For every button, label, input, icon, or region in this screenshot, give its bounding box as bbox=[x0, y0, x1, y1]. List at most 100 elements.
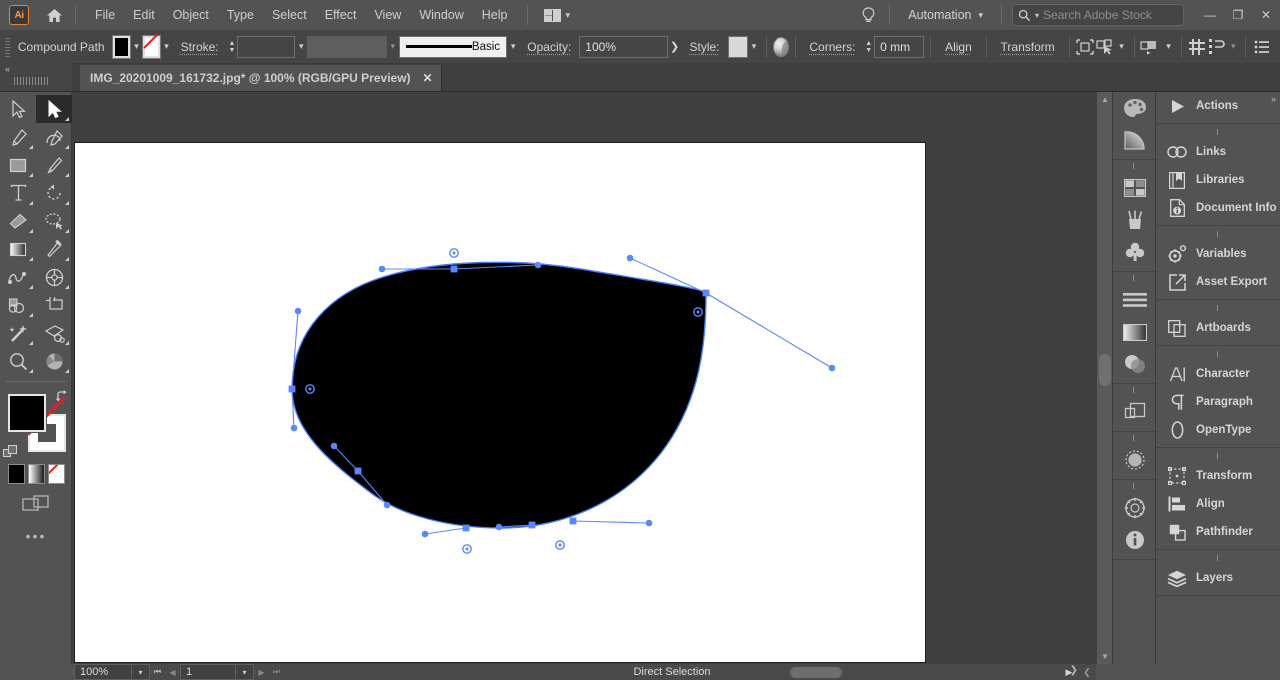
anchor-bottom-1[interactable] bbox=[462, 524, 470, 532]
home-icon[interactable] bbox=[43, 4, 65, 26]
anchor-left[interactable] bbox=[288, 385, 296, 393]
stroke-weight-field[interactable] bbox=[237, 35, 296, 58]
compound-path-shape[interactable] bbox=[292, 262, 706, 528]
canvas-vertical-scrollbar[interactable]: ▲ ▼ bbox=[1096, 92, 1112, 664]
menu-select[interactable]: Select bbox=[263, 3, 316, 27]
edit-toolbar-ellipsis-icon[interactable]: ••• bbox=[0, 514, 72, 544]
next-artboard-icon[interactable]: ▶ bbox=[254, 664, 269, 680]
anchor-top-left[interactable] bbox=[450, 265, 458, 273]
menu-help[interactable]: Help bbox=[473, 3, 517, 27]
artwork-svg[interactable] bbox=[75, 143, 927, 664]
handle-6[interactable] bbox=[290, 424, 298, 432]
handle-2[interactable] bbox=[534, 261, 542, 269]
tool-gradient[interactable] bbox=[0, 235, 36, 263]
tool-rectangle[interactable] bbox=[0, 151, 36, 179]
tool-graph[interactable] bbox=[36, 347, 72, 375]
artboard-chevron-down-icon[interactable]: ▾ bbox=[236, 664, 254, 680]
corners-field[interactable]: 0 mm bbox=[874, 35, 925, 58]
panel-variables[interactable]: Variables bbox=[1156, 240, 1280, 268]
scroll-down-arrow-icon[interactable]: ▼ bbox=[1097, 649, 1113, 664]
tool-symbol-sprayer[interactable] bbox=[36, 263, 72, 291]
menu-view[interactable]: View bbox=[365, 3, 410, 27]
default-fill-stroke-icon[interactable] bbox=[3, 445, 18, 458]
stroke-chevron-down-icon[interactable]: ▾ bbox=[160, 36, 172, 58]
restore-button[interactable]: ❐ bbox=[1224, 4, 1252, 26]
vertical-scroll-thumb[interactable] bbox=[1099, 354, 1111, 386]
close-button[interactable]: ✕ bbox=[1252, 4, 1280, 26]
dock-brushes[interactable] bbox=[1113, 204, 1157, 236]
panel-align[interactable]: Align bbox=[1156, 490, 1280, 518]
scroll-right-arrow-icon[interactable]: ❯ bbox=[1070, 665, 1078, 676]
menu-effect[interactable]: Effect bbox=[316, 3, 366, 27]
menu-edit[interactable]: Edit bbox=[124, 3, 164, 27]
dock-symbols[interactable] bbox=[1113, 236, 1157, 268]
align-button[interactable]: Align bbox=[937, 40, 980, 54]
menu-object[interactable]: Object bbox=[164, 3, 218, 27]
dock-transparency[interactable] bbox=[1113, 348, 1157, 380]
anchor-bottom-3[interactable] bbox=[569, 517, 577, 525]
style-label[interactable]: Style: bbox=[682, 40, 728, 54]
menu-window[interactable]: Window bbox=[410, 3, 472, 27]
dock-color[interactable] bbox=[1113, 92, 1157, 124]
more-options-icon[interactable] bbox=[1252, 35, 1272, 59]
recolor-artwork-icon[interactable] bbox=[772, 36, 789, 57]
tool-direct-selection[interactable] bbox=[36, 95, 72, 123]
handle-1[interactable] bbox=[378, 265, 386, 273]
dock-appearance[interactable] bbox=[1113, 396, 1157, 428]
tool-selection[interactable] bbox=[0, 95, 36, 123]
panel-links[interactable]: Links bbox=[1156, 138, 1280, 166]
panel-pathfinder[interactable]: Pathfinder bbox=[1156, 518, 1280, 546]
menu-file[interactable]: File bbox=[86, 3, 124, 27]
tool-type[interactable] bbox=[0, 179, 36, 207]
stroke-profile-chevron-down-icon[interactable]: ▾ bbox=[507, 36, 519, 58]
last-artboard-icon[interactable]: ⏭ bbox=[269, 664, 284, 680]
handle-4[interactable] bbox=[828, 364, 836, 372]
dock-grip-graphic-styles[interactable] bbox=[1119, 432, 1149, 444]
draw-mode-chevron-down-icon[interactable]: ▾ bbox=[1162, 36, 1174, 58]
handle-11[interactable] bbox=[495, 523, 503, 531]
artboard[interactable] bbox=[74, 142, 926, 663]
tool-eyedropper[interactable] bbox=[36, 235, 72, 263]
color-mode-none[interactable] bbox=[48, 464, 65, 484]
scroll-up-arrow-icon[interactable]: ▲ bbox=[1097, 92, 1113, 107]
dock-grip-swatches[interactable] bbox=[1119, 160, 1149, 172]
tool-free-transform[interactable] bbox=[36, 319, 72, 347]
tool-shape-builder[interactable] bbox=[0, 291, 36, 319]
close-tab-icon[interactable]: ✕ bbox=[423, 71, 433, 85]
panel-actions[interactable]: Actions bbox=[1156, 92, 1280, 120]
fill-chevron-down-icon[interactable]: ▾ bbox=[130, 36, 142, 58]
panel-document-info[interactable]: Document Info bbox=[1156, 194, 1280, 222]
fill-swatch[interactable] bbox=[111, 34, 132, 59]
dock-gradient[interactable] bbox=[1113, 316, 1157, 348]
tool-zoom[interactable] bbox=[0, 347, 36, 375]
style-chevron-down-icon[interactable]: ▾ bbox=[748, 36, 760, 58]
stroke-label[interactable]: Stroke: bbox=[173, 40, 227, 54]
previous-artboard-icon[interactable]: ◀ bbox=[165, 664, 180, 680]
isolate-selected-object-icon[interactable] bbox=[1076, 35, 1096, 59]
automation-dropdown[interactable]: Automation ▾ bbox=[900, 4, 991, 26]
tool-artboard[interactable] bbox=[36, 291, 72, 319]
artboard-number-field[interactable]: 1 bbox=[180, 664, 236, 680]
toolbar-drag-grip[interactable] bbox=[14, 77, 50, 85]
handle-5[interactable] bbox=[294, 307, 302, 315]
tool-blend[interactable] bbox=[0, 263, 36, 291]
dock-grip-appearance[interactable] bbox=[1119, 384, 1149, 396]
anchor-bottom-left[interactable] bbox=[354, 467, 362, 475]
expand-panels-icon[interactable]: » bbox=[1271, 94, 1276, 104]
handle-8[interactable] bbox=[383, 501, 391, 509]
stroke-weight-stepper[interactable]: ▲ ▼ bbox=[227, 36, 238, 58]
canvas-area[interactable] bbox=[72, 92, 1096, 664]
tool-paintbrush[interactable] bbox=[36, 151, 72, 179]
dock-color-guide[interactable] bbox=[1113, 124, 1157, 156]
snap-to-glyph-icon[interactable] bbox=[1187, 35, 1207, 59]
variable-width-profile-field[interactable] bbox=[307, 35, 387, 58]
edit-toolbar-icon[interactable] bbox=[1140, 35, 1162, 59]
discover-bulb-icon[interactable] bbox=[857, 4, 879, 26]
stroke-weight-chevron-down-icon[interactable]: ▾ bbox=[295, 36, 307, 58]
tool-magic-wand[interactable] bbox=[0, 319, 36, 347]
panel-grip-transform[interactable] bbox=[1203, 450, 1233, 461]
change-screen-mode-icon[interactable] bbox=[0, 484, 72, 514]
opacity-label[interactable]: Opacity: bbox=[519, 40, 579, 54]
anchor-top-right[interactable] bbox=[702, 289, 710, 297]
graphic-style-swatch[interactable] bbox=[727, 35, 748, 58]
